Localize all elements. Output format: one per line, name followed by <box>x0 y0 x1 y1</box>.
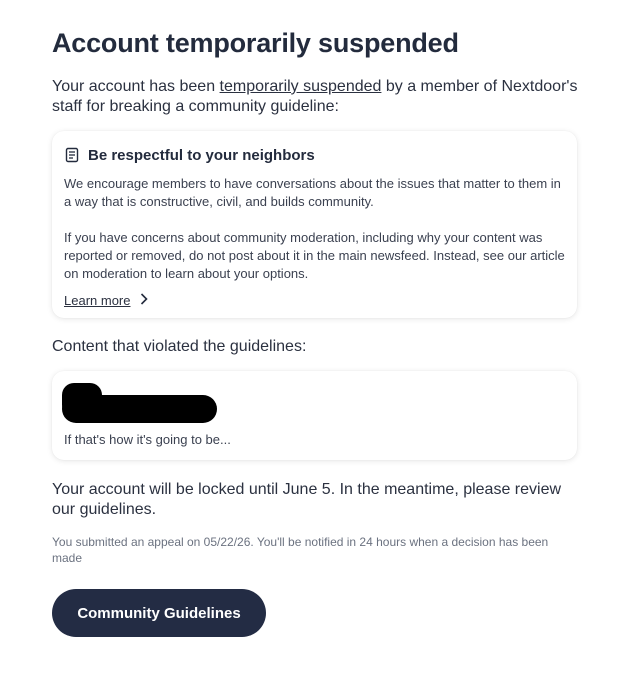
guideline-paragraph-1: We encourage members to have conversatio… <box>64 176 561 209</box>
community-guidelines-button[interactable]: Community Guidelines <box>52 589 266 637</box>
learn-more-label: Learn more <box>64 293 131 308</box>
guideline-title: Be respectful to your neighbors <box>88 146 315 164</box>
locked-message: Your account will be locked until June 5… <box>52 481 562 518</box>
chevron-right-icon <box>140 293 149 308</box>
intro-text-start: Your account has been <box>52 78 220 95</box>
intro-text: Your account has been temporarily suspen… <box>52 77 587 117</box>
violation-text: If that's how it's going to be... <box>64 432 231 447</box>
document-icon <box>64 147 80 163</box>
guideline-paragraph-2: If you have concerns about community mod… <box>64 230 565 281</box>
temporarily-suspended-link[interactable]: temporarily suspended <box>220 78 382 95</box>
suspension-page: Account temporarily suspended Your accou… <box>0 0 639 682</box>
violation-label: Content that violated the guidelines: <box>52 338 307 355</box>
guideline-header: Be respectful to your neighbors <box>64 145 565 165</box>
learn-more-link[interactable]: Learn more <box>64 293 149 308</box>
appeal-status: You submitted an appeal on 05/22/26. You… <box>52 535 549 565</box>
page-title: Account temporarily suspended <box>52 28 459 58</box>
violation-content-card: If that's how it's going to be... <box>52 371 577 460</box>
guideline-card: Be respectful to your neighbors We encou… <box>52 131 577 318</box>
redaction-mark <box>62 395 217 423</box>
